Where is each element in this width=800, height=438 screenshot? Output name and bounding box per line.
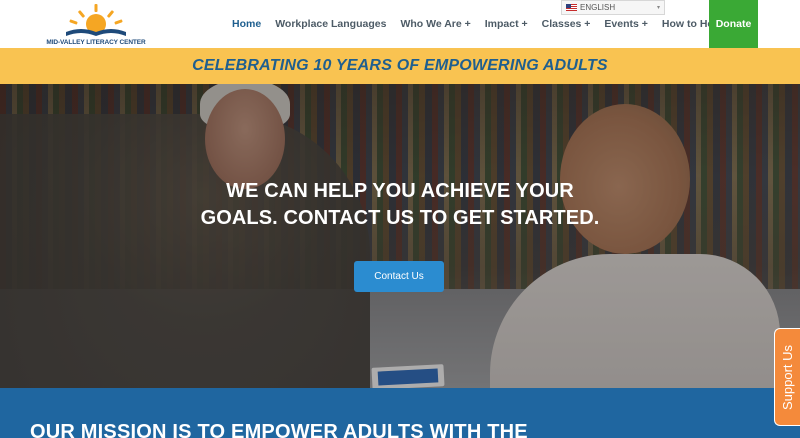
- hero-headline: WE CAN HELP YOU ACHIEVE YOUR GOALS. CONT…: [150, 178, 650, 232]
- logo-text: MID-VALLEY LITERACY CENTER: [46, 39, 146, 46]
- banner-text: CELEBRATING 10 YEARS OF EMPOWERING ADULT…: [192, 57, 608, 74]
- nav-item-workplace-languages[interactable]: Workplace Languages: [275, 18, 386, 30]
- support-us-tab[interactable]: Support Us: [774, 328, 800, 426]
- site-logo[interactable]: MID-VALLEY LITERACY CENTER: [36, 2, 156, 46]
- support-us-label: Support Us: [780, 344, 796, 410]
- nav-item-home[interactable]: Home: [232, 18, 261, 30]
- hero-headline-line-1: WE CAN HELP YOU ACHIEVE YOUR: [226, 180, 574, 202]
- nav-item-classes[interactable]: Classes +: [542, 18, 591, 30]
- hero-headline-line-2: GOALS. CONTACT US TO GET STARTED.: [200, 207, 600, 229]
- sunrise-book-logo-icon: [66, 4, 126, 36]
- nav-item-impact[interactable]: Impact +: [485, 18, 528, 30]
- main-nav: Home Workplace Languages Who We Are + Im…: [232, 0, 746, 48]
- site-header: MID-VALLEY LITERACY CENTER ENGLISH ▾ Hom…: [0, 0, 800, 48]
- mission-section: OUR MISSION IS TO EMPOWER ADULTS WITH TH…: [0, 388, 800, 438]
- anniversary-banner: CELEBRATING 10 YEARS OF EMPOWERING ADULT…: [0, 48, 800, 84]
- nav-item-who-we-are[interactable]: Who We Are +: [400, 18, 470, 30]
- contact-us-button[interactable]: Contact Us: [354, 261, 444, 292]
- donate-button[interactable]: Donate: [709, 0, 758, 48]
- mission-heading: OUR MISSION IS TO EMPOWER ADULTS WITH TH…: [30, 421, 528, 438]
- nav-item-events[interactable]: Events +: [604, 18, 647, 30]
- hero-section: WE CAN HELP YOU ACHIEVE YOUR GOALS. CONT…: [0, 84, 800, 388]
